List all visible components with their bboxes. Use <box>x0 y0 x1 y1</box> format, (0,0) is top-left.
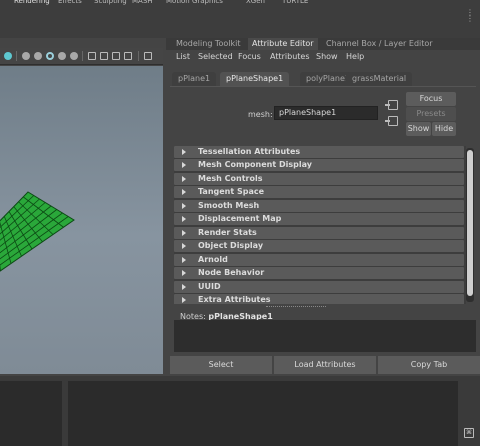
show-button[interactable]: Show <box>406 122 431 136</box>
scrollbar-thumb[interactable] <box>467 150 473 296</box>
menu-help[interactable]: Help <box>346 52 364 61</box>
expand-arrow-icon <box>182 203 186 209</box>
expand-arrow-icon <box>182 243 186 249</box>
viewport-close-icon[interactable] <box>144 52 152 60</box>
menu-selected[interactable]: Selected <box>198 52 233 61</box>
shelf-tab-sculpting[interactable]: Sculpting <box>94 0 127 6</box>
tab-channel-box[interactable]: Channel Box / Layer Editor <box>322 38 437 50</box>
section-render-stats[interactable]: Render Stats <box>174 227 464 239</box>
expand-arrow-icon <box>182 257 186 263</box>
section-mesh-controls[interactable]: Mesh Controls <box>174 173 464 185</box>
shelf-tab-effects[interactable]: Effects <box>58 0 82 6</box>
wireframe-shading-icon[interactable] <box>22 52 30 60</box>
section-uuid[interactable]: UUID <box>174 281 464 293</box>
smooth-shading-icon[interactable] <box>34 52 42 60</box>
attribute-editor-buttons: Select Load Attributes Copy Tab <box>170 356 480 374</box>
shelf-tab-mash[interactable]: MASH <box>132 0 153 6</box>
toolbar-separator <box>82 51 83 61</box>
mesh-label: mesh: <box>248 110 273 119</box>
node-tabs-divider <box>170 86 476 87</box>
expand-arrow-icon <box>182 189 186 195</box>
toolbar-separator <box>16 51 17 61</box>
grid-icon[interactable] <box>88 52 96 60</box>
section-extra-attributes[interactable]: Extra Attributes <box>174 294 464 304</box>
expand-arrow-icon <box>182 284 186 290</box>
lighting-icon[interactable] <box>58 52 66 60</box>
expand-arrow-icon <box>182 216 186 222</box>
toolbar-separator <box>138 51 139 61</box>
section-smooth-mesh[interactable]: Smooth Mesh <box>174 200 464 212</box>
attribute-sections: Tessellation Attributes Mesh Component D… <box>174 146 466 304</box>
tab-attribute-editor[interactable]: Attribute Editor <box>248 38 318 50</box>
section-arnold[interactable]: Arnold <box>174 254 464 266</box>
menu-list[interactable]: List <box>176 52 190 61</box>
panel-tabs: Modeling Toolkit Attribute Editor Channe… <box>166 38 480 50</box>
expand-arrow-icon <box>182 176 186 182</box>
node-tab-grassmaterial[interactable]: grassMaterial <box>346 72 413 86</box>
focus-button[interactable]: Focus <box>406 92 456 106</box>
section-tessellation-attributes[interactable]: Tessellation Attributes <box>174 146 464 158</box>
hide-button[interactable]: Hide <box>432 122 456 136</box>
section-node-behavior[interactable]: Node Behavior <box>174 267 464 279</box>
shelf-area: Rendering Effects Sculpting MASH Motion … <box>0 0 480 38</box>
isolate-select-icon[interactable] <box>112 52 120 60</box>
output-connections-icon[interactable] <box>385 116 398 126</box>
input-connections-icon[interactable] <box>385 100 398 110</box>
bottom-main-panel <box>68 381 458 446</box>
expand-arrow-icon <box>182 149 186 155</box>
section-mesh-component-display[interactable]: Mesh Component Display <box>174 159 464 171</box>
shelf-scroll-handle-icon[interactable]: ⋮ ⋮ <box>466 9 474 30</box>
attribute-editor-panel: Modeling Toolkit Attribute Editor Channe… <box>166 38 480 376</box>
section-displacement-map[interactable]: Displacement Map <box>174 213 464 225</box>
shelf-tab-rendering[interactable]: Rendering <box>14 0 50 6</box>
xray-icon[interactable] <box>46 52 54 60</box>
copy-tab-button[interactable]: Copy Tab <box>378 356 480 374</box>
attribute-editor-menubar: List Selected Focus Attributes Show Help <box>166 50 480 64</box>
section-object-display[interactable]: Object Display <box>174 240 464 252</box>
load-attributes-button[interactable]: Load Attributes <box>274 356 376 374</box>
expand-arrow-icon <box>182 297 186 303</box>
notes-textarea[interactable] <box>174 320 476 352</box>
menu-attributes[interactable]: Attributes <box>270 52 310 61</box>
menu-show[interactable]: Show <box>316 52 338 61</box>
node-tabs: pPlane1 pPlaneShape1 polyPlane1 grassMat… <box>170 72 480 86</box>
camera-icon[interactable] <box>4 52 12 60</box>
tab-modeling-toolkit[interactable]: Modeling Toolkit <box>172 38 244 50</box>
shelf-tab-xgen[interactable]: XGen <box>246 0 265 6</box>
mesh-name-field[interactable]: pPlaneShape1 <box>274 106 378 120</box>
notes-splitter-handle[interactable] <box>266 306 326 308</box>
grass-plane-mesh[interactable] <box>0 66 163 374</box>
sections-scrollbar[interactable] <box>466 148 474 302</box>
shelf-tab-motion-graphics[interactable]: Motion Graphics <box>166 0 223 6</box>
presets-button[interactable]: Presets <box>406 107 456 121</box>
expand-arrow-icon <box>182 230 186 236</box>
bottom-left-panel <box>0 381 62 446</box>
section-tangent-space[interactable]: Tangent Space <box>174 186 464 198</box>
shelf-tab-turtle[interactable]: TURTLE <box>282 0 308 6</box>
expand-arrow-icon <box>182 162 186 168</box>
node-tab-pplane1[interactable]: pPlane1 <box>172 72 217 86</box>
node-tab-pplaneshape1[interactable]: pPlaneShape1 <box>220 72 290 86</box>
expand-arrow-icon <box>182 270 186 276</box>
menu-focus[interactable]: Focus <box>238 52 261 61</box>
viewport-toolbar <box>0 48 163 65</box>
3d-viewport[interactable] <box>0 66 163 374</box>
script-editor-icon[interactable]: ⌘ <box>464 428 474 438</box>
shadows-icon[interactable] <box>70 52 78 60</box>
textured-icon[interactable] <box>124 52 132 60</box>
resolution-gate-icon[interactable] <box>100 52 108 60</box>
select-button[interactable]: Select <box>170 356 272 374</box>
